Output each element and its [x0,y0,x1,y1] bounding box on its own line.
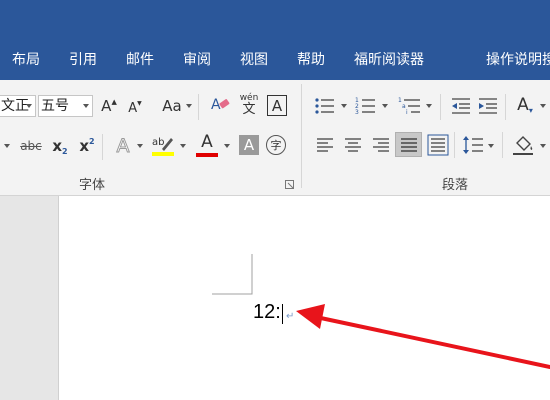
tab-review[interactable]: 审阅 [183,51,211,69]
chevron-down-icon[interactable] [83,104,89,108]
font-dialog-launcher-icon[interactable] [285,180,294,189]
change-case-label: Aa [162,97,182,115]
tab-references[interactable]: 引用 [69,51,97,69]
separator [102,134,103,160]
tab-layout[interactable]: 布局 [12,51,40,69]
svg-text:A: A [211,97,221,113]
strikethrough-label: abc [20,139,42,153]
tab-view[interactable]: 视图 [240,51,268,69]
grow-font-icon[interactable]: A ▲ [100,96,118,116]
character-shading-icon[interactable]: A [239,135,259,155]
enclose-characters-label: 字 [270,139,282,152]
font-color-letter: A [201,132,213,152]
character-border-icon[interactable]: A [267,95,287,116]
chevron-down-icon[interactable] [426,104,432,108]
superscript-icon[interactable]: x2 [77,136,97,156]
increase-indent-icon[interactable] [477,96,499,116]
text-effects-letter: A [116,135,130,158]
chevron-down-icon[interactable] [4,144,10,148]
character-border-letter: A [271,96,283,115]
chevron-down-icon[interactable] [137,144,143,148]
change-case-icon[interactable]: Aa [160,96,184,116]
chevron-down-icon[interactable] [341,104,347,108]
line-spacing-icon[interactable] [462,134,484,156]
chevron-down-icon[interactable] [180,144,186,148]
chevron-down-icon[interactable] [382,104,388,108]
chevron-down-icon[interactable] [540,104,546,108]
ribbon-panel: 文正 五号 A ▲ A ▼ Aa A wén 文 A abc x2 x2 A a… [0,80,550,196]
shrink-font-icon[interactable]: A ▼ [126,98,144,118]
document-page[interactable] [58,196,550,400]
text-cursor [282,304,283,324]
separator [502,132,503,158]
chevron-down-icon[interactable] [26,104,32,108]
justify-button[interactable] [395,132,422,157]
superscript-letter: x [79,137,90,155]
font-name-combo[interactable]: 文正 [0,95,36,117]
separator [454,132,455,158]
chevron-down-icon[interactable] [186,104,192,108]
text-effects-icon[interactable]: A [112,134,134,158]
subscript-mark: 2 [62,146,68,156]
shading-bucket-icon[interactable] [511,133,535,157]
justify-icon [401,138,417,152]
chevron-down-icon[interactable] [224,144,230,148]
tab-mailings[interactable]: 邮件 [126,51,154,69]
tab-help[interactable]: 帮助 [297,51,325,69]
clear-formatting-icon[interactable]: A [210,94,232,116]
phonetic-guide-icon[interactable]: wén 文 [238,92,260,118]
numbering-icon[interactable]: 1 2 3 [355,96,377,116]
distributed-icon[interactable] [427,134,449,156]
tab-foxit-reader[interactable]: 福昕阅读器 [354,51,424,69]
highlight-color-bar [152,152,174,156]
chevron-down-icon[interactable] [540,144,546,148]
paragraph-mark: ↵ [286,311,295,322]
group-divider [301,84,302,188]
svg-text:3: 3 [355,109,359,116]
align-center-icon[interactable] [344,137,362,153]
title-bar [0,0,550,40]
character-shading-letter: A [243,136,255,154]
decrease-indent-icon[interactable] [450,96,472,116]
highlight-sample: ab [152,137,164,148]
font-color-icon[interactable]: A [195,132,219,158]
font-name-value: 文正 [1,98,29,114]
phonetic-bottom: 文 [242,102,256,117]
align-right-icon[interactable] [372,137,390,153]
align-left-icon[interactable] [316,137,334,153]
styles-icon[interactable]: A ▾ [514,94,536,116]
enclose-characters-icon[interactable]: 字 [266,135,286,155]
subscript-letter: x [52,137,63,155]
subscript-icon[interactable]: x2 [50,136,70,156]
shrink-font-letter: A [128,100,138,116]
tell-me-search[interactable]: 操作说明搜 [486,51,550,69]
bullets-icon[interactable] [314,96,336,116]
strikethrough-icon[interactable]: abc [18,136,44,156]
highlight-color-icon[interactable]: ab [151,132,175,158]
separator [198,94,199,120]
superscript-mark: 2 [89,136,95,146]
separator [505,94,506,120]
separator [440,94,441,120]
paragraph-group-label: 段落 [442,178,469,193]
margin-corner-mark [212,254,253,295]
font-color-bar [196,153,218,157]
document-text[interactable]: 12: [253,299,281,325]
multilevel-list-icon[interactable]: 1 a i [398,96,422,116]
chevron-down-icon[interactable] [488,144,494,148]
font-group-label: 字体 [79,178,106,193]
font-size-value: 五号 [41,98,69,114]
styles-letter: A [517,95,529,115]
svg-text:i: i [406,109,408,116]
ribbon-tab-bar: 布局 引用 邮件 审阅 视图 帮助 福昕阅读器 操作说明搜 [0,40,550,112]
marker-icon: ab [152,137,173,151]
font-size-combo[interactable]: 五号 [38,95,93,117]
grow-font-letter: A [101,97,112,115]
